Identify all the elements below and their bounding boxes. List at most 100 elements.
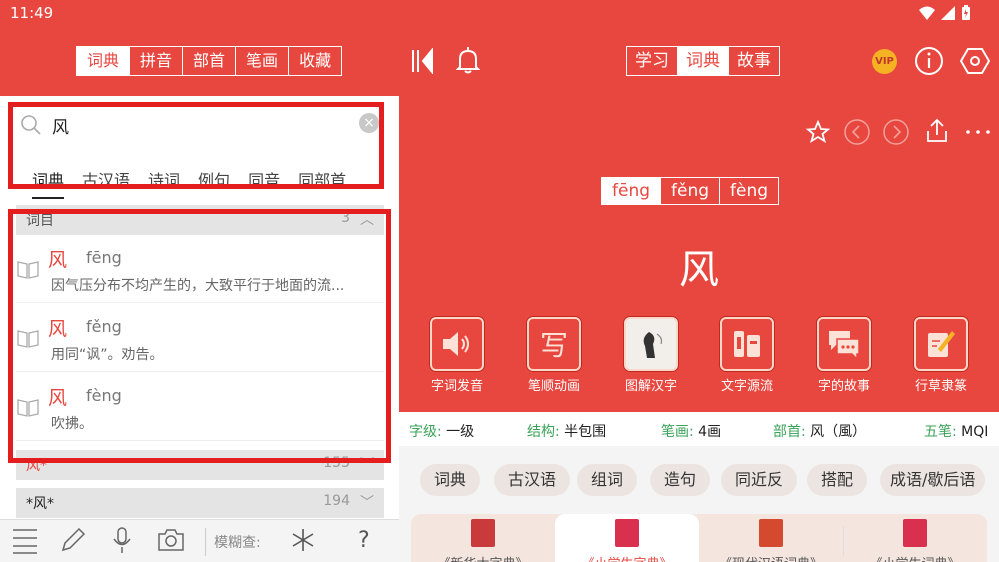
feature-illustrated[interactable]: 图解汉字 bbox=[611, 317, 691, 394]
attr-key: 五笔: bbox=[924, 424, 957, 440]
origin-icon bbox=[720, 317, 774, 371]
attr-value: 4画 bbox=[698, 424, 722, 440]
feature-stroke-order[interactable]: 写 笔顺动画 bbox=[514, 317, 594, 394]
chip-word-groups[interactable]: 组词 bbox=[577, 464, 638, 496]
handwriting-grid-icon[interactable] bbox=[12, 526, 38, 554]
stroke-glyph: 写 bbox=[539, 329, 568, 362]
right-pane: 学习 词典 故事 VIP fēng fěng fèng 风 字词发音 写 笔顺动… bbox=[399, 27, 999, 562]
dictionary-book-icon bbox=[471, 519, 495, 547]
attr-value: 一级 bbox=[446, 424, 475, 440]
feature-label: 字词发音 bbox=[430, 379, 483, 394]
section-count: 194 bbox=[323, 493, 350, 509]
chip-classical[interactable]: 古汉语 bbox=[494, 464, 571, 496]
pencil-icon[interactable] bbox=[60, 526, 86, 554]
attr-level: 字级: 一级 bbox=[409, 421, 474, 441]
illustration-icon bbox=[624, 317, 678, 371]
attr-radical: 部首: 风（風） bbox=[773, 421, 866, 441]
previous-icon[interactable] bbox=[843, 118, 871, 146]
highlight-box-search bbox=[8, 102, 384, 189]
toolbar-divider bbox=[205, 528, 206, 556]
attr-key: 结构: bbox=[527, 424, 560, 440]
attr-key: 字级: bbox=[409, 424, 442, 440]
feature-label: 字的故事 bbox=[817, 379, 870, 394]
dict-primary-student[interactable]: 《小学生字典》 bbox=[555, 514, 699, 562]
microphone-icon[interactable] bbox=[110, 526, 134, 554]
character-attributes: 字级: 一级 结构: 半包围 笔画: 4画 部首: 风（風） 五笔: MQI bbox=[399, 412, 999, 446]
dictionary-tabs: 《新华大字典》 《小学生字典》 《现代汉语词典》 《小学生词典》 bbox=[411, 514, 987, 562]
bottom-toolbar: 模糊查: ? bbox=[0, 519, 399, 562]
dictionary-book-icon bbox=[615, 519, 639, 547]
stroke-order-icon: 写 bbox=[527, 317, 581, 371]
star-icon[interactable] bbox=[806, 120, 830, 144]
chip-collocations[interactable]: 搭配 bbox=[807, 464, 868, 496]
vip-badge[interactable]: VIP bbox=[872, 49, 897, 74]
speaker-icon bbox=[430, 317, 484, 371]
help-question-icon[interactable]: ? bbox=[358, 528, 370, 553]
battery-icon bbox=[962, 5, 970, 20]
left-header: 词典 拼音 部首 笔画 收藏 bbox=[0, 27, 399, 96]
attr-wubi: 五笔: MQI bbox=[924, 421, 988, 441]
status-bar: 11:49 bbox=[0, 0, 999, 27]
feature-label: 笔顺动画 bbox=[527, 379, 580, 394]
attr-key: 笔画: bbox=[661, 424, 694, 440]
attr-structure: 结构: 半包围 bbox=[527, 421, 606, 441]
more-options-icon[interactable] bbox=[965, 129, 993, 135]
dict-student-word[interactable]: 《小学生词典》 bbox=[843, 514, 987, 562]
dict-label: 《现代汉语词典》 bbox=[699, 553, 843, 562]
left-pane: 词典 拼音 部首 笔画 收藏 风 × 词典 古汉语 诗词 例句 同音 同部首 词… bbox=[0, 27, 399, 562]
dict-label: 《小学生词典》 bbox=[843, 553, 987, 562]
story-icon bbox=[817, 317, 871, 371]
pinyin-option-3[interactable]: fèng bbox=[719, 178, 778, 204]
tab-story[interactable]: 故事 bbox=[728, 47, 779, 75]
attr-key: 部首: bbox=[773, 424, 806, 440]
tab-pinyin[interactable]: 拼音 bbox=[129, 47, 182, 75]
collapse-sidebar-icon[interactable] bbox=[411, 48, 435, 74]
tab-strokes[interactable]: 笔画 bbox=[235, 47, 288, 75]
dict-xinhua[interactable]: 《新华大字典》 bbox=[411, 514, 555, 562]
headword-character: 风 bbox=[679, 247, 719, 293]
attr-value: MQI bbox=[961, 424, 989, 440]
chip-sentences[interactable]: 造句 bbox=[650, 464, 711, 496]
dict-modern-chinese[interactable]: 《现代汉语词典》 bbox=[699, 514, 843, 562]
settings-icon[interactable] bbox=[960, 46, 990, 76]
dict-label: 《新华大字典》 bbox=[411, 553, 555, 562]
pinyin-selector: fēng fěng fèng bbox=[601, 177, 780, 205]
dictionary-book-icon bbox=[759, 519, 783, 547]
status-time: 11:49 bbox=[10, 4, 54, 22]
chip-idioms[interactable]: 成语/歇后语 bbox=[880, 464, 986, 496]
status-icons bbox=[919, 5, 971, 21]
feature-origin[interactable]: 文字源流 bbox=[707, 317, 787, 394]
chip-dictionary[interactable]: 词典 bbox=[420, 464, 481, 496]
feature-calligraphy[interactable]: 行草隶篆 bbox=[901, 317, 981, 394]
chip-synonyms[interactable]: 同近反 bbox=[721, 464, 798, 496]
fuzzy-search-label: 模糊查: bbox=[214, 535, 261, 551]
attr-value: 风（風） bbox=[810, 424, 867, 440]
highlight-box-results bbox=[8, 209, 391, 463]
section-label: *风* bbox=[26, 496, 54, 512]
camera-icon[interactable] bbox=[157, 526, 185, 554]
tab-radical[interactable]: 部首 bbox=[182, 47, 235, 75]
section-header-contains[interactable]: *风* 194 ﹀ bbox=[16, 488, 384, 518]
wildcard-asterisk-icon[interactable] bbox=[290, 526, 316, 554]
next-icon[interactable] bbox=[882, 118, 910, 146]
tab-study[interactable]: 学习 bbox=[627, 47, 677, 75]
feature-story[interactable]: 字的故事 bbox=[804, 317, 884, 394]
feature-label: 行草隶篆 bbox=[914, 379, 967, 394]
feature-label: 文字源流 bbox=[720, 379, 773, 394]
tab-dictionary-right[interactable]: 词典 bbox=[677, 47, 728, 75]
attr-value: 半包围 bbox=[564, 424, 607, 440]
calligraphy-icon bbox=[914, 317, 968, 371]
signal-icon bbox=[941, 6, 955, 20]
pinyin-option-1[interactable]: fēng bbox=[602, 178, 661, 204]
info-icon[interactable] bbox=[914, 46, 944, 76]
feature-pronunciation[interactable]: 字词发音 bbox=[417, 317, 497, 394]
tab-dictionary[interactable]: 词典 bbox=[77, 47, 130, 75]
dict-label: 《小学生字典》 bbox=[555, 553, 699, 562]
wifi-icon bbox=[919, 6, 935, 20]
bell-icon[interactable] bbox=[456, 46, 480, 74]
right-mode-tabs: 学习 词典 故事 bbox=[626, 46, 780, 76]
left-mode-tabs: 词典 拼音 部首 笔画 收藏 bbox=[76, 46, 343, 76]
pinyin-option-2[interactable]: fěng bbox=[660, 178, 719, 204]
tab-favorites[interactable]: 收藏 bbox=[288, 47, 341, 75]
share-icon[interactable] bbox=[925, 118, 949, 144]
